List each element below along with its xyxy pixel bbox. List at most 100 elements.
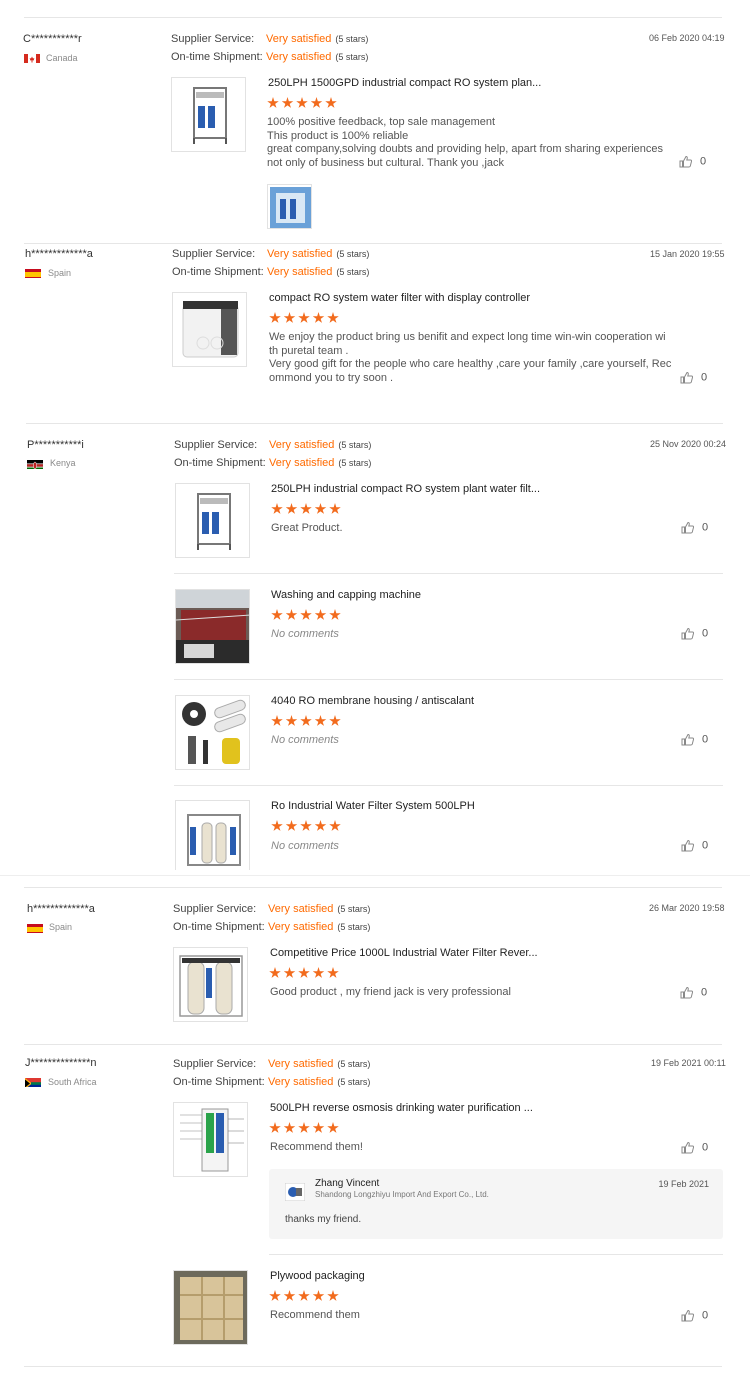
product-name[interactable]: 500LPH reverse osmosis drinking water pu…: [270, 1102, 533, 1114]
reviewer-country: Canada: [46, 53, 78, 63]
like-count: 0: [702, 1309, 709, 1322]
star-icon: [300, 715, 312, 726]
ontime-shipment-label: On-time Shipment:: [173, 1076, 265, 1088]
thumbs-up-icon: [681, 1141, 695, 1154]
canada-flag-icon: [24, 52, 40, 63]
like-button[interactable]: 0: [681, 1309, 708, 1322]
rating-stars-text: (5 stars): [338, 440, 372, 450]
product-name[interactable]: compact RO system water filter with disp…: [269, 292, 530, 304]
product-name[interactable]: 250LPH industrial compact RO system plan…: [271, 483, 540, 495]
ro-system-thumbnail-icon[interactable]: [175, 483, 250, 558]
rating-value: Very satisfied: [266, 33, 332, 45]
product-name[interactable]: 250LPH 1500GPD industrial compact RO sys…: [268, 77, 541, 89]
star-icon: [329, 503, 341, 514]
rating-stars-text: (5 stars): [337, 1077, 371, 1087]
review-comment: Recommend them!: [270, 1141, 363, 1153]
star-icon: [300, 820, 312, 831]
product-name[interactable]: Competitive Price 1000L Industrial Water…: [270, 947, 538, 959]
like-button[interactable]: 0: [679, 155, 706, 168]
star-rating: [271, 714, 344, 728]
like-count: 0: [702, 839, 709, 852]
star-icon: [285, 503, 298, 514]
supplier-reply-name: Zhang Vincent: [315, 1178, 380, 1189]
star-icon: [300, 609, 312, 620]
ontime-shipment-rating: On-time Shipment: Very satisfied (5 stars): [173, 1076, 370, 1088]
rating-stars-text: (5 stars): [335, 34, 369, 44]
supplier-avatar: [284, 1182, 306, 1202]
star-icon: [312, 1290, 325, 1301]
star-icon: [314, 609, 327, 620]
review-date: 26 Mar 2020 19:58: [649, 903, 725, 913]
industrial-filter-icon[interactable]: [175, 800, 250, 870]
star-icon: [298, 1290, 310, 1301]
supplier-reply-text: thanks my friend.: [285, 1214, 362, 1225]
like-button[interactable]: 0: [681, 627, 708, 640]
comment-line: th puretal team .: [269, 344, 349, 357]
water-filter-unit-icon[interactable]: [172, 292, 247, 367]
like-button[interactable]: 0: [681, 733, 708, 746]
product-name[interactable]: Ro Industrial Water Filter System 500LPH: [271, 800, 475, 812]
star-icon: [269, 1122, 281, 1133]
ro-diagram-icon[interactable]: [173, 1102, 248, 1177]
star-icon: [271, 503, 283, 514]
thumbs-up-icon: [681, 733, 695, 746]
ontime-shipment-label: On-time Shipment:: [174, 457, 266, 469]
spain-flag-icon: [27, 922, 43, 933]
like-button[interactable]: 0: [680, 371, 707, 384]
review-photo-thumbnail[interactable]: [267, 184, 312, 229]
reviewer-country: Spain: [48, 268, 72, 278]
like-button[interactable]: 0: [681, 1141, 708, 1154]
star-icon: [329, 820, 341, 831]
kenya-flag-icon: [27, 458, 43, 469]
star-icon: [310, 97, 323, 108]
star-icon: [298, 967, 310, 978]
supplier-service-rating: Supplier Service: Very satisfied (5 stars): [173, 903, 370, 915]
product-name[interactable]: 4040 RO membrane housing / antiscalant: [271, 695, 474, 707]
rating-value: Very satisfied: [268, 903, 334, 915]
comment-line: ommond you to try soon .: [269, 371, 394, 384]
review-divider: [24, 1044, 722, 1045]
star-icon: [269, 1290, 281, 1301]
like-button[interactable]: 0: [680, 986, 707, 999]
like-button[interactable]: 0: [681, 839, 708, 852]
bottom-divider: [24, 1366, 722, 1367]
ro-system-thumbnail-icon[interactable]: [171, 77, 246, 152]
like-count: 0: [702, 733, 709, 746]
star-icon: [296, 97, 308, 108]
review-date: 06 Feb 2020 04:19: [649, 33, 725, 43]
comment-line: 100% positive feedback, top sale managem…: [267, 116, 496, 128]
star-rating: [267, 96, 340, 110]
star-icon: [267, 97, 279, 108]
like-button[interactable]: 0: [681, 521, 708, 534]
supplier-service-label: Supplier Service:: [173, 1058, 257, 1070]
thumbs-up-icon: [681, 521, 695, 534]
supplier-service-rating: Supplier Service: Very satisfied (5 stars): [171, 33, 368, 45]
supplier-service-rating: Supplier Service: Very satisfied (5 stars): [172, 248, 369, 260]
rating-stars-text: (5 stars): [337, 922, 371, 932]
thumbs-up-icon: [679, 155, 693, 168]
product-name[interactable]: Washing and capping machine: [271, 589, 421, 601]
star-icon: [298, 1122, 310, 1133]
rating-value: Very satisfied: [267, 266, 333, 278]
review-comment: We enjoy the product bring us benifit an…: [269, 331, 671, 385]
rating-stars-text: (5 stars): [335, 52, 369, 62]
section-divider: [0, 875, 750, 876]
star-icon: [269, 312, 281, 323]
review-divider: [24, 243, 722, 244]
supplier-reply-date: 19 Feb 2021: [658, 1179, 709, 1189]
star-icon: [283, 967, 296, 978]
star-rating: [269, 1289, 342, 1303]
washing-machine-photo-icon[interactable]: [175, 589, 250, 664]
supplier-reply: Zhang Vincent Shandong Longzhiyu Import …: [269, 1169, 723, 1239]
ontime-shipment-label: On-time Shipment:: [171, 51, 263, 63]
plywood-crate-icon[interactable]: [173, 1270, 248, 1345]
south-africa-flag-icon: [25, 1076, 41, 1087]
star-icon: [285, 820, 298, 831]
product-divider: [174, 679, 723, 680]
star-icon: [283, 312, 296, 323]
industrial-filter-icon[interactable]: [173, 947, 248, 1022]
product-name[interactable]: Plywood packaging: [270, 1270, 365, 1282]
star-icon: [329, 715, 341, 726]
membrane-housing-icon[interactable]: [175, 695, 250, 770]
thumbs-up-icon: [681, 627, 695, 640]
